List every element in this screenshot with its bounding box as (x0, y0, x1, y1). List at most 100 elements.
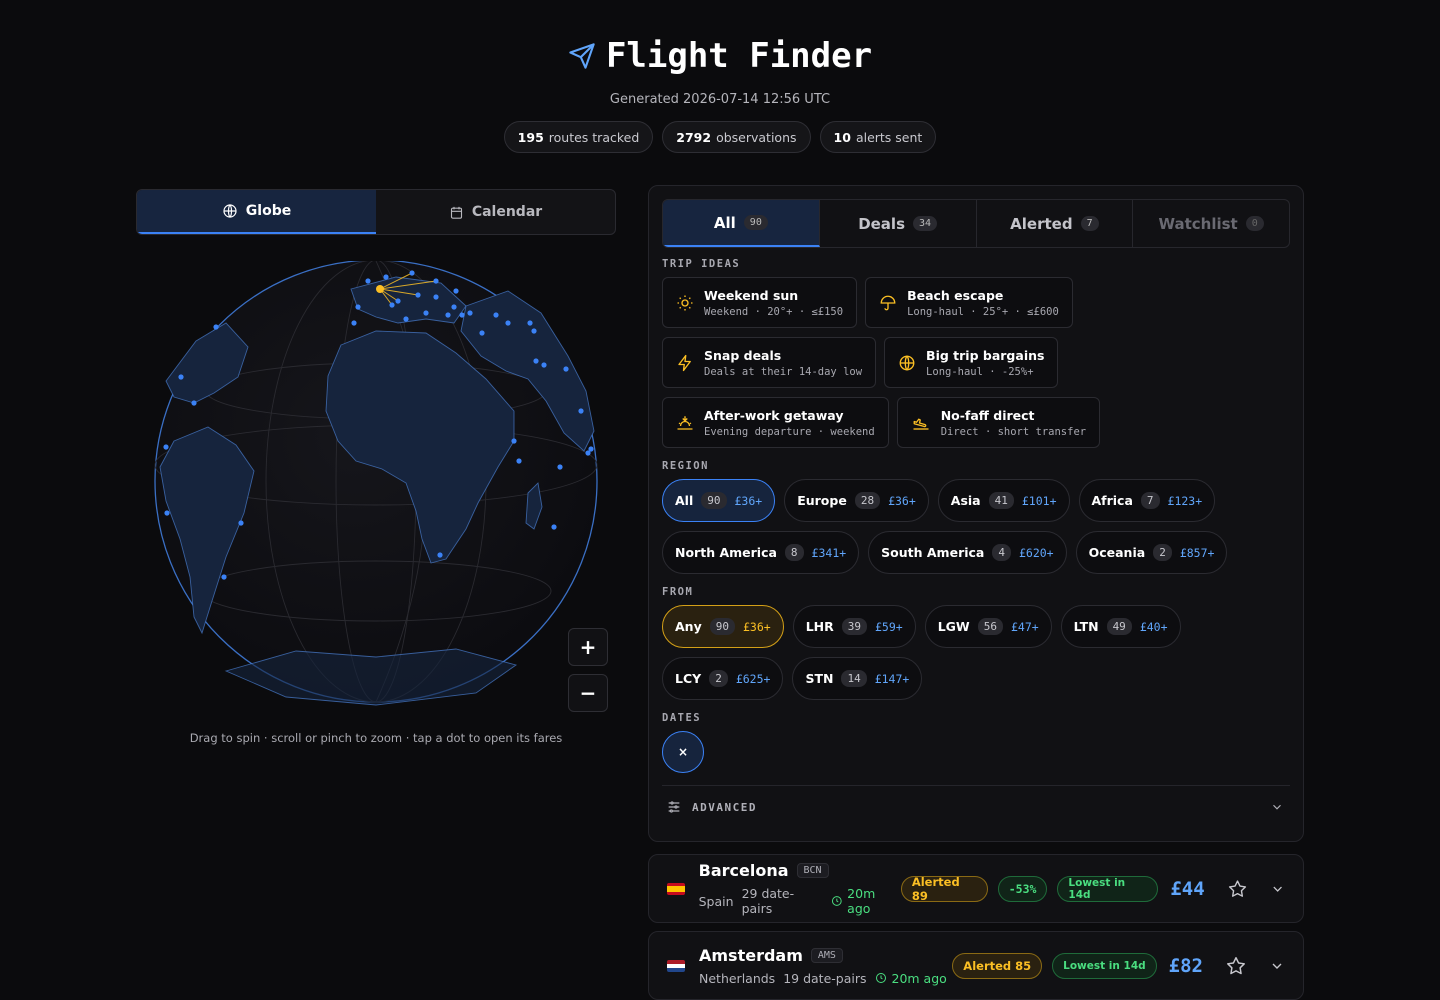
airport-chips: Any 90 £36+ LHR 39 £59+ LGW 56 £47+ LTN 49 £40+ … (662, 605, 1302, 700)
idea-after-work-getaway[interactable]: After-work getaway Evening departure · we… (662, 397, 889, 448)
destination-dot[interactable] (527, 320, 533, 326)
star-icon[interactable] (1225, 955, 1247, 977)
airport-chip-lgw[interactable]: LGW 56 £47+ (924, 605, 1052, 648)
airport-chip-any[interactable]: Any 90 £36+ (662, 605, 784, 648)
globe-viewport[interactable]: + − (136, 259, 616, 712)
calendar-icon (450, 206, 462, 219)
destination-dot[interactable] (163, 444, 169, 450)
chevron-down-icon[interactable] (1270, 881, 1285, 897)
region-chip-south-america[interactable]: South America 4 £620+ (868, 531, 1067, 574)
destination-dot[interactable] (409, 270, 415, 276)
chip-price: £123+ (1167, 493, 1203, 508)
chip-count: 49 (1106, 618, 1132, 635)
chevron-down-icon[interactable] (1269, 958, 1285, 974)
umbrella-icon (880, 295, 896, 310)
city-name: Barcelona (698, 861, 789, 880)
clock-icon (831, 896, 842, 906)
region-chip-north-america[interactable]: North America 8 £341+ (662, 531, 860, 574)
result-card-amsterdam[interactable]: Amsterdam AMS Netherlands 19 date-pairs … (648, 931, 1304, 1000)
idea-snap-deals[interactable]: Snap deals Deals at their 14-day low (662, 337, 877, 388)
destination-dot[interactable] (238, 520, 244, 526)
destination-dot[interactable] (415, 292, 421, 298)
tab-globe[interactable]: Globe (137, 190, 376, 234)
region-chip-asia[interactable]: Asia 41 £101+ (937, 479, 1070, 522)
destination-dot[interactable] (451, 304, 457, 310)
chip-price: £341+ (811, 545, 847, 560)
clear-dates-button[interactable]: × (662, 731, 704, 773)
destination-dot[interactable] (365, 278, 371, 284)
tab-alerted[interactable]: Alerted 7 (977, 200, 1134, 247)
region-chip-africa[interactable]: Africa 7 £123+ (1078, 479, 1216, 522)
destination-dot[interactable] (533, 358, 539, 364)
tab-deals[interactable]: Deals 34 (820, 200, 977, 247)
destination-dot[interactable] (453, 288, 459, 294)
tab-all[interactable]: All 90 (663, 200, 820, 247)
destination-dot[interactable] (191, 400, 197, 406)
chip-price: £36+ (742, 619, 771, 634)
destination-dot[interactable] (467, 310, 473, 316)
destination-dot[interactable] (395, 298, 401, 304)
airport-chip-stn[interactable]: STN 14 £147+ (792, 657, 923, 700)
destination-dot[interactable] (178, 374, 184, 380)
destination-dot[interactable] (355, 304, 361, 310)
destination-dot[interactable] (541, 362, 547, 368)
chip-count: 56 (977, 618, 1003, 635)
destination-dot[interactable] (511, 438, 517, 444)
destination-dot[interactable] (433, 278, 439, 284)
destination-dot[interactable] (213, 324, 219, 330)
chip-count: 39 (841, 618, 867, 635)
airport-chip-lhr[interactable]: LHR 39 £59+ (792, 605, 916, 648)
destination-dot[interactable] (164, 510, 170, 516)
spain-flag-icon (667, 882, 685, 895)
result-card-barcelona[interactable]: Barcelona BCN Spain 29 date-pairs 20m ag… (648, 854, 1304, 923)
zoom-in-button[interactable]: + (568, 628, 608, 666)
region-chip-oceania[interactable]: Oceania 2 £857+ (1075, 531, 1228, 574)
destination-dot[interactable] (531, 328, 537, 334)
destination-dot[interactable] (351, 320, 357, 326)
stat-observations: 2792 observations (662, 121, 811, 153)
advanced-label: ADVANCED (692, 800, 757, 814)
tab-label: All (713, 213, 736, 232)
destination-dot[interactable] (493, 312, 499, 318)
destination-dot[interactable] (516, 458, 522, 464)
origin-dot[interactable] (376, 285, 384, 293)
stat-alerts: 10 alerts sent (819, 121, 937, 153)
destination-dot[interactable] (578, 408, 584, 414)
idea-big-trip-bargains[interactable]: Big trip bargains Long-haul · -25%+ (884, 337, 1059, 388)
destination-dot[interactable] (383, 274, 389, 280)
airport-chip-lcy[interactable]: LCY 2 £625+ (662, 657, 784, 700)
region-chip-all[interactable]: All 90 £36+ (662, 479, 776, 522)
chip-label: Any (675, 619, 702, 634)
region-chip-europe[interactable]: Europe 28 £36+ (784, 479, 929, 522)
destination-dot[interactable] (445, 312, 451, 318)
destination-dot[interactable] (437, 552, 443, 558)
destination-dot[interactable] (459, 312, 465, 318)
idea-no-faff-direct[interactable]: No-faff direct Direct · short transfer (896, 397, 1101, 448)
stat-value: 195 (517, 129, 544, 145)
destination-dot[interactable] (423, 310, 429, 316)
advanced-toggle[interactable]: ADVANCED (662, 785, 1290, 815)
destination-dot[interactable] (433, 294, 439, 300)
airport-chip-ltn[interactable]: LTN 49 £40+ (1060, 605, 1181, 648)
idea-beach-escape[interactable]: Beach escape Long-haul · 25°+ · ≤£600 (865, 277, 1073, 328)
netherlands-flag-icon (667, 959, 685, 972)
star-icon[interactable] (1227, 878, 1248, 900)
tab-calendar[interactable]: Calendar (376, 190, 615, 234)
tab-label: Alerted (1010, 214, 1073, 233)
destination-dot[interactable] (585, 450, 591, 456)
idea-weekend-sun[interactable]: Weekend sun Weekend · 20°+ · ≤£150 (662, 277, 858, 328)
destination-dot[interactable] (479, 330, 485, 336)
filter-tabs: All 90 Deals 34 Alerted 7 Watchlist 0 (662, 199, 1290, 248)
destination-dot[interactable] (221, 574, 227, 580)
destination-dot[interactable] (563, 366, 569, 372)
destination-dot[interactable] (389, 302, 395, 308)
zoom-out-button[interactable]: − (568, 674, 608, 712)
tab-count: 7 (1080, 216, 1099, 231)
destination-dot[interactable] (551, 524, 557, 530)
destination-dot[interactable] (505, 320, 511, 326)
destination-dot[interactable] (557, 464, 563, 470)
stat-routes: 195 routes tracked (503, 121, 654, 153)
destination-dot[interactable] (403, 316, 409, 322)
tab-watchlist[interactable]: Watchlist 0 (1133, 200, 1289, 247)
globe[interactable] (136, 259, 616, 711)
